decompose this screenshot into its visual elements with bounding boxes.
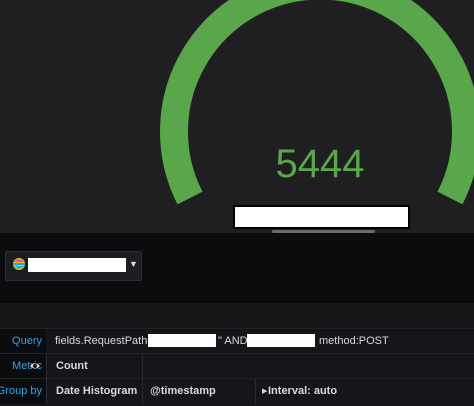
row-separator xyxy=(142,379,143,404)
metric-value[interactable]: Count xyxy=(56,354,88,379)
row-separator xyxy=(46,354,47,379)
redacted-query-value-2 xyxy=(247,334,315,347)
group-by-field[interactable]: @timestamp xyxy=(150,379,216,404)
group-by-row: Group by Date Histogram @timestamp ▶ Int… xyxy=(0,378,474,406)
query-row: Query fields.RequestPath=" " AND method:… xyxy=(0,328,474,354)
redacted-query-value-1 xyxy=(148,334,216,347)
query-text-part1[interactable]: fields.RequestPath=" xyxy=(55,329,158,354)
group-by-label: Group by xyxy=(0,379,46,404)
query-text-part2[interactable]: " AND xyxy=(218,329,248,354)
query-editor-divider xyxy=(0,303,474,328)
redacted-label xyxy=(233,205,410,229)
eye-icon[interactable] xyxy=(30,361,40,371)
metric-row: Metric Count xyxy=(0,353,474,379)
gauge xyxy=(160,0,474,205)
query-text-part3[interactable]: method:POST xyxy=(319,329,389,354)
elasticsearch-icon xyxy=(13,258,25,270)
singlestat-panel: 5444 xyxy=(0,0,474,233)
caret-right-icon[interactable]: ▶ xyxy=(262,379,267,404)
row-separator xyxy=(142,354,143,379)
group-by-interval[interactable]: Interval: auto xyxy=(268,379,337,404)
group-by-type[interactable]: Date Histogram xyxy=(56,379,137,404)
redacted-datasource-name xyxy=(28,258,126,272)
query-label: Query xyxy=(0,329,46,354)
chevron-down-icon[interactable]: ▼ xyxy=(129,259,138,269)
row-separator xyxy=(46,379,47,404)
row-separator xyxy=(255,379,256,404)
gauge-value: 5444 xyxy=(275,142,365,186)
